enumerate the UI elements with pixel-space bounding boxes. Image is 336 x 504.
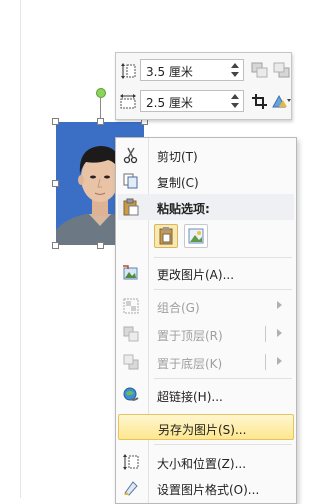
menu-separator: [154, 257, 292, 258]
menu-separator: [154, 289, 292, 290]
submenu-arrow-icon: [277, 301, 282, 309]
menu-separator: [154, 378, 292, 379]
width-value: 2.5 厘米: [146, 96, 193, 110]
context-menu: 剪切(T) 复制(C) 粘贴选项: 更改图片(A)... 组合(G) 置于顶层(…: [115, 137, 297, 504]
bring-forward-icon[interactable]: [250, 61, 270, 79]
height-row: 3.5 厘米: [116, 57, 291, 85]
resize-handle-top-left[interactable]: [52, 118, 59, 125]
menu-item-bring-to-front[interactable]: 置于顶层(R): [118, 321, 294, 347]
spinner-arrows-icon[interactable]: [230, 61, 240, 79]
rotation-handle[interactable]: [96, 88, 106, 98]
menu-item-save-as-picture[interactable]: 另存为图片(S)...: [118, 414, 294, 440]
picture-effects-icon[interactable]: [270, 92, 292, 110]
paste-keep-format-icon: [159, 227, 173, 245]
menu-item-hyperlink[interactable]: 超链接(H)...: [118, 382, 294, 408]
change-picture-icon: [123, 265, 138, 280]
menu-label: 大小和位置(Z)...: [157, 457, 247, 471]
menu-label: 置于顶层(R): [157, 329, 223, 343]
menu-label: 设置图片格式(O)...: [157, 483, 260, 497]
menu-item-format-picture[interactable]: 设置图片格式(O)...: [118, 475, 294, 501]
send-backward-icon[interactable]: [272, 61, 292, 79]
slide-edge: [20, 0, 21, 498]
spinner-arrows-icon[interactable]: [230, 92, 240, 110]
height-value: 3.5 厘米: [146, 65, 193, 79]
menu-separator: [154, 444, 292, 445]
width-spinner[interactable]: 2.5 厘米: [140, 90, 244, 112]
send-to-back-icon: [123, 354, 139, 370]
menu-item-copy[interactable]: 复制(C): [118, 168, 294, 194]
split-divider: [265, 326, 266, 342]
mini-toolbar: 3.5 厘米 2.5 厘米: [115, 52, 292, 120]
resize-handle-top[interactable]: [97, 118, 104, 125]
resize-handle-bottom-left[interactable]: [52, 242, 59, 249]
menu-item-change-picture[interactable]: 更改图片(A)...: [118, 260, 294, 286]
menu-item-size-and-position[interactable]: 大小和位置(Z)...: [118, 449, 294, 475]
menu-label: 组合(G): [157, 301, 200, 315]
width-row: 2.5 厘米: [116, 88, 291, 116]
group-icon: [123, 298, 139, 314]
menu-label: 剪切(T): [157, 150, 198, 164]
format-picture-icon: [124, 481, 138, 496]
resize-handle-bottom[interactable]: [97, 242, 104, 249]
menu-item-cut[interactable]: 剪切(T): [118, 142, 294, 168]
split-divider: [265, 354, 266, 370]
scissors-icon: [123, 147, 138, 164]
crop-icon[interactable]: [250, 92, 270, 110]
menu-label: 置于底层(K): [157, 357, 223, 371]
menu-label: 复制(C): [157, 176, 199, 190]
resize-handle-left[interactable]: [52, 180, 59, 187]
paste-keep-source-button[interactable]: [154, 224, 178, 248]
menu-item-send-to-back[interactable]: 置于底层(K): [118, 349, 294, 375]
submenu-arrow-icon: [277, 329, 282, 337]
menu-item-group[interactable]: 组合(G): [118, 293, 294, 319]
menu-label: 更改图片(A)...: [157, 268, 235, 282]
paste-as-picture-button[interactable]: [184, 224, 208, 248]
hyperlink-icon: [123, 387, 139, 401]
menu-label: 超链接(H)...: [157, 390, 223, 404]
rotation-connector: [100, 98, 101, 120]
paste-picture-icon: [188, 228, 204, 244]
shape-height-icon: [121, 63, 136, 79]
bring-to-front-icon: [123, 326, 139, 342]
height-spinner[interactable]: 3.5 厘米: [140, 59, 244, 81]
submenu-arrow-icon: [277, 357, 282, 365]
menu-label: 粘贴选项:: [157, 202, 210, 216]
copy-icon: [123, 173, 138, 189]
paste-icon: [123, 198, 139, 216]
shape-width-icon: [120, 94, 136, 109]
menu-label: 另存为图片(S)...: [158, 423, 247, 437]
paste-options-header: 粘贴选项:: [118, 194, 294, 220]
size-position-icon: [123, 454, 139, 470]
